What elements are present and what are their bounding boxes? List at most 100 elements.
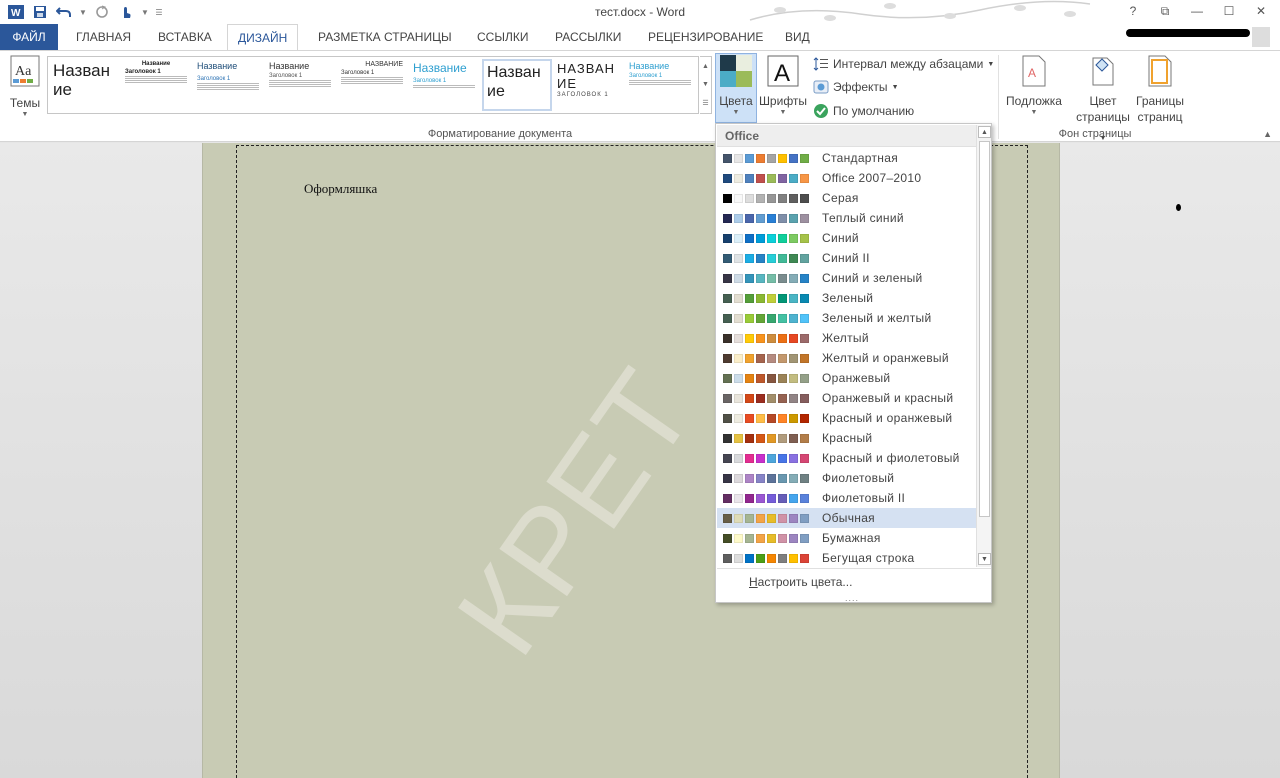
help-button[interactable]: ? bbox=[1120, 2, 1146, 20]
chevron-down-icon: ▼ bbox=[987, 60, 995, 68]
color-swatch bbox=[767, 233, 776, 243]
tab-page-layout[interactable]: РАЗМЕТКА СТРАНИЦЫ bbox=[308, 24, 462, 50]
color-swatch bbox=[756, 373, 765, 383]
avatar[interactable] bbox=[1252, 27, 1270, 47]
chevron-down-icon: ▼ bbox=[1030, 109, 1038, 116]
ribbon-display-options-button[interactable]: ⧉ bbox=[1152, 2, 1178, 20]
style-set-item[interactable]: НАЗВАНИЕ Заголовок 1 bbox=[338, 59, 406, 111]
page-borders-button[interactable]: Границы страниц bbox=[1133, 55, 1187, 125]
color-swatch bbox=[800, 493, 809, 503]
tab-design[interactable]: ДИЗАЙН bbox=[227, 24, 299, 51]
style-set-item[interactable]: Назван ие bbox=[482, 59, 552, 111]
color-scheme-item[interactable]: Красный и оранжевый bbox=[717, 408, 977, 428]
color-swatch bbox=[789, 253, 798, 263]
color-swatch bbox=[723, 293, 732, 303]
chevron-down-icon[interactable]: ▼ bbox=[702, 81, 709, 88]
style-set-item[interactable]: Название Заголовок 1 bbox=[410, 59, 478, 111]
color-scheme-item[interactable]: Зеленый bbox=[717, 288, 977, 308]
color-swatch bbox=[778, 253, 787, 263]
restore-button[interactable]: ☐ bbox=[1216, 2, 1242, 20]
color-scheme-item[interactable]: Стандартная bbox=[717, 148, 977, 168]
tab-review[interactable]: РЕЦЕНЗИРОВАНИЕ bbox=[638, 24, 773, 50]
paragraph-spacing-button[interactable]: Интервал между абзацами ▼ bbox=[813, 57, 994, 71]
chevron-up-icon[interactable]: ▲ bbox=[978, 126, 991, 138]
color-scheme-item[interactable]: Теплый синий bbox=[717, 208, 977, 228]
color-swatch bbox=[800, 173, 809, 183]
tab-home[interactable]: ГЛАВНАЯ bbox=[66, 24, 141, 50]
color-scheme-name: Стандартная bbox=[822, 151, 899, 165]
color-scheme-item[interactable]: Зеленый и желтый bbox=[717, 308, 977, 328]
style-set-item[interactable]: Название Заголовок 1 bbox=[122, 59, 190, 111]
tab-view[interactable]: ВИД bbox=[775, 24, 820, 50]
style-set-item[interactable]: НАЗВАН ИЕ ЗАГОЛОВОК 1 bbox=[554, 59, 622, 111]
user-account-name[interactable] bbox=[1126, 29, 1250, 37]
chevron-up-icon[interactable]: ▲ bbox=[702, 63, 709, 70]
scrollbar-thumb[interactable] bbox=[979, 141, 990, 517]
collapse-ribbon-icon[interactable]: ▲ bbox=[1263, 129, 1272, 139]
minimize-button[interactable]: — bbox=[1184, 2, 1210, 20]
color-swatch bbox=[756, 313, 765, 323]
color-swatch bbox=[789, 373, 798, 383]
close-button[interactable]: ✕ bbox=[1248, 2, 1274, 20]
color-scheme-item[interactable]: Серая bbox=[717, 188, 977, 208]
document-text[interactable]: Оформляшка bbox=[304, 181, 377, 197]
color-scheme-item[interactable]: Красный и фиолетовый bbox=[717, 448, 977, 468]
color-swatch bbox=[800, 233, 809, 243]
style-set-item[interactable]: Название Заголовок 1 bbox=[194, 59, 262, 111]
tab-insert[interactable]: ВСТАВКА bbox=[148, 24, 222, 50]
color-scheme-item[interactable]: Бумажная bbox=[717, 528, 977, 548]
color-swatch bbox=[756, 253, 765, 263]
color-scheme-item[interactable]: Фиолетовый II bbox=[717, 488, 977, 508]
paragraph-spacing-label: Интервал между абзацами bbox=[833, 57, 984, 71]
set-default-button[interactable]: По умолчанию bbox=[813, 103, 914, 119]
color-swatch bbox=[745, 413, 754, 423]
color-scheme-name: Оранжевый bbox=[822, 371, 891, 385]
color-swatch bbox=[734, 473, 743, 483]
color-swatch bbox=[745, 253, 754, 263]
style-set-item[interactable]: Название Заголовок 1 bbox=[266, 59, 334, 111]
group-separator bbox=[998, 55, 999, 139]
fonts-button[interactable]: A Шрифты ▼ bbox=[758, 55, 808, 116]
color-scheme-item[interactable]: Оранжевый и красный bbox=[717, 388, 977, 408]
color-scheme-item[interactable]: Синий и зеленый bbox=[717, 268, 977, 288]
effects-button[interactable]: Эффекты ▼ bbox=[813, 80, 899, 94]
customize-colors-button[interactable]: Настроить цвета... bbox=[749, 575, 852, 589]
color-scheme-name: Фиолетовый II bbox=[822, 491, 906, 505]
color-scheme-item[interactable]: Желтый и оранжевый bbox=[717, 348, 977, 368]
color-scheme-item[interactable]: Синий bbox=[717, 228, 977, 248]
color-swatch bbox=[734, 173, 743, 183]
tab-mailings[interactable]: РАССЫЛКИ bbox=[545, 24, 631, 50]
color-swatch bbox=[778, 273, 787, 283]
color-swatch bbox=[789, 533, 798, 543]
gallery-scroll[interactable]: ▲ ▼ ☰ bbox=[700, 56, 712, 114]
color-scheme-item[interactable]: Красный bbox=[717, 428, 977, 448]
dropdown-scrollbar[interactable]: ▲ ▼ bbox=[976, 125, 991, 567]
title-bar: W ▼ ▼ ☰ тест.docx - Word ? ⧉ — ☐ ✕ bbox=[0, 0, 1280, 24]
color-swatch bbox=[734, 293, 743, 303]
color-swatch bbox=[778, 353, 787, 363]
colors-button-content[interactable]: Цвета ▼ bbox=[716, 55, 756, 116]
color-scheme-item[interactable]: Фиолетовый bbox=[717, 468, 977, 488]
resize-grip-icon[interactable]: .... bbox=[845, 593, 859, 603]
themes-button[interactable]: Aa Темы ▼ bbox=[6, 55, 44, 118]
color-scheme-item[interactable]: Бегущая строка bbox=[717, 548, 977, 568]
color-swatch bbox=[767, 193, 776, 203]
customize-colors-label: астроить цвета... bbox=[757, 575, 853, 589]
color-scheme-item[interactable]: Обычная bbox=[717, 508, 977, 528]
color-scheme-item[interactable]: Желтый bbox=[717, 328, 977, 348]
chevron-down-icon[interactable]: ▼ bbox=[978, 553, 991, 565]
color-swatch bbox=[723, 333, 732, 343]
themes-label: Темы bbox=[9, 96, 41, 110]
style-set-item[interactable]: Название Заголовок 1 bbox=[626, 59, 694, 111]
colors-dropdown: Office Стандартная Office 2007–2010 Серая Т… bbox=[715, 123, 992, 603]
style-set-item[interactable]: Назван ие bbox=[50, 59, 122, 111]
color-swatch bbox=[734, 273, 743, 283]
gallery-more-icon[interactable]: ☰ bbox=[702, 99, 708, 107]
color-scheme-item[interactable]: Office 2007–2010 bbox=[717, 168, 977, 188]
tab-references[interactable]: ССЫЛКИ bbox=[467, 24, 538, 50]
tab-file[interactable]: ФАЙЛ bbox=[0, 24, 58, 50]
watermark-button[interactable]: A Подложка ▼ bbox=[1003, 55, 1065, 116]
color-scheme-item[interactable]: Оранжевый bbox=[717, 368, 977, 388]
color-scheme-item[interactable]: Синий II bbox=[717, 248, 977, 268]
color-swatch bbox=[789, 393, 798, 403]
